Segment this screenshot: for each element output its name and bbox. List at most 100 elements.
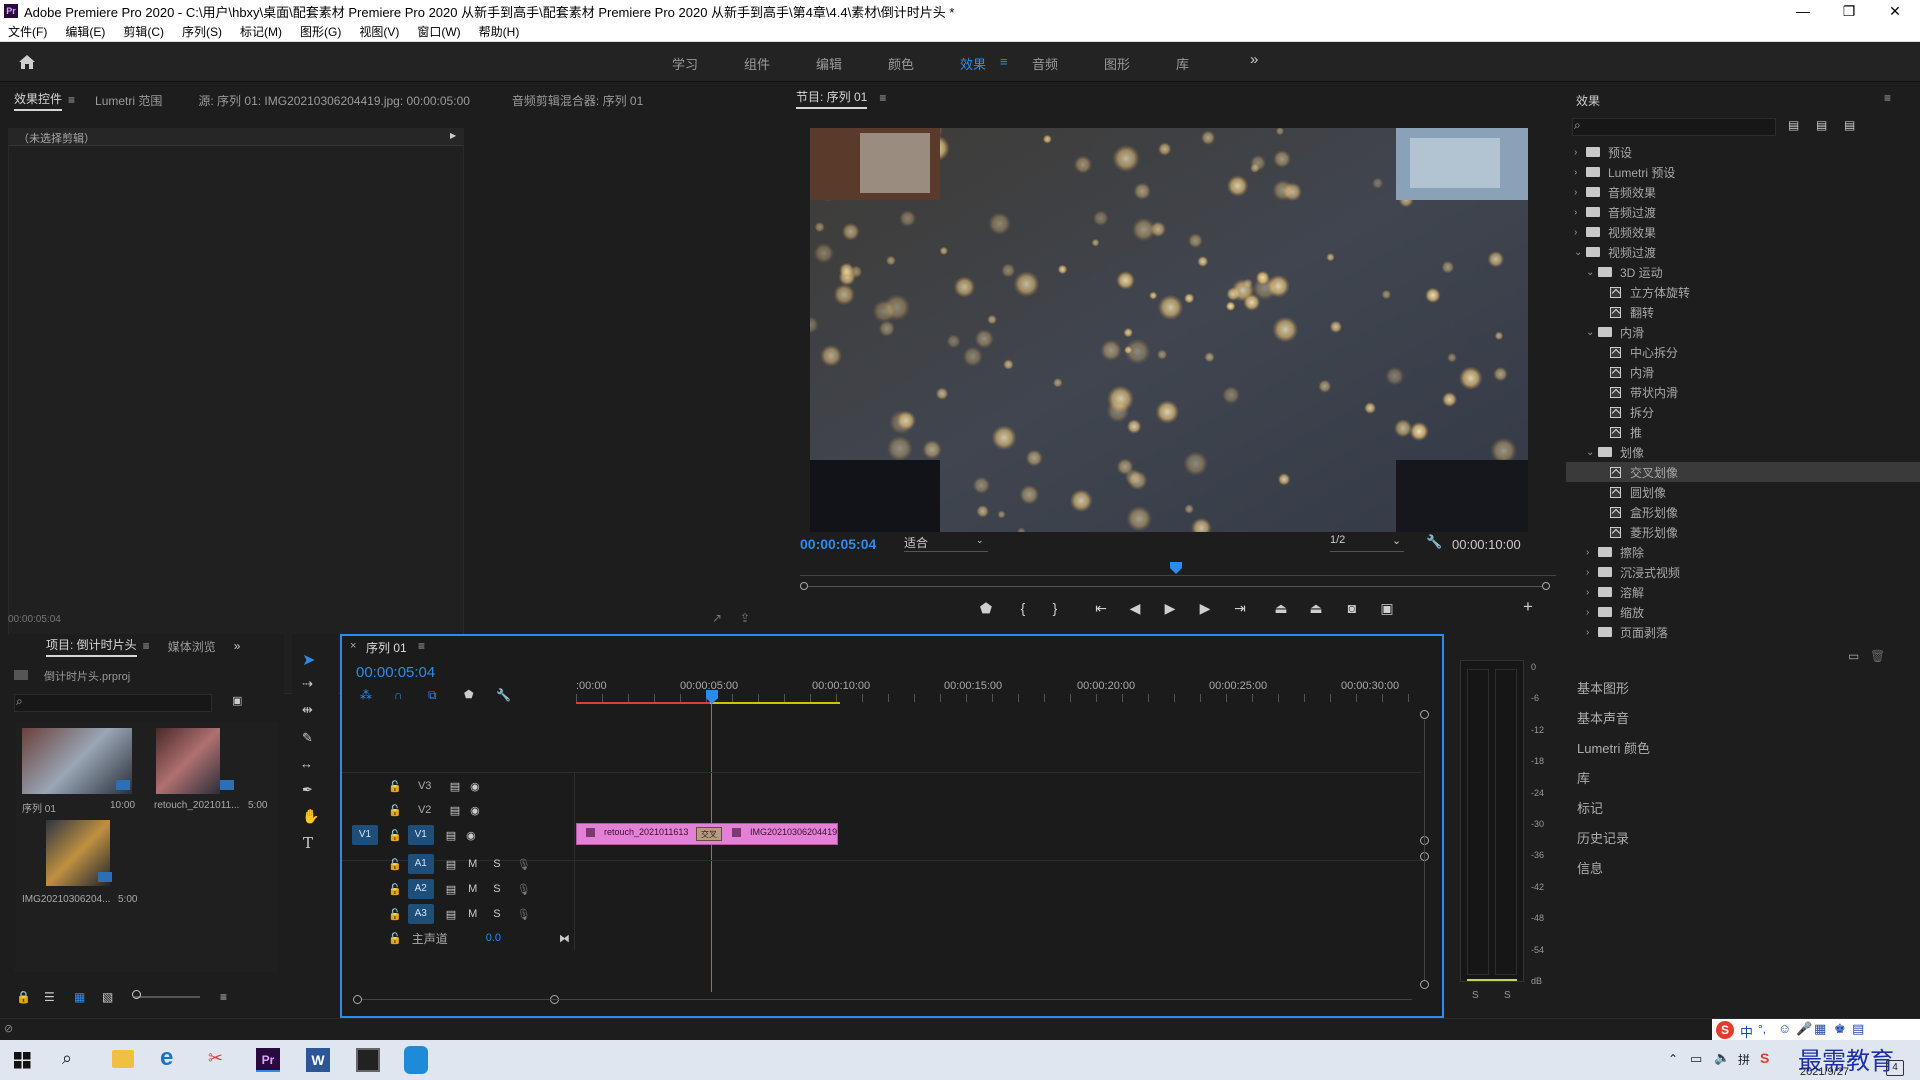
track-label-v3[interactable]: V3 xyxy=(412,780,438,792)
chevron-down-icon[interactable]: ⌄ xyxy=(1586,447,1598,458)
vscroll-handle[interactable] xyxy=(1420,980,1429,989)
clip-img[interactable]: IMG20210306204419 xyxy=(726,825,838,843)
effects-tree-item[interactable]: ⌄ 3D 运动 xyxy=(1566,262,1920,282)
track-label-a3[interactable]: A3 xyxy=(407,904,434,924)
go-to-in-icon[interactable]: ⇤ xyxy=(1091,600,1111,617)
add-marker-icon[interactable]: ⬟ xyxy=(464,688,474,701)
wrench-icon[interactable]: 🔧 xyxy=(1426,534,1442,550)
zoom-scrollbar[interactable] xyxy=(808,586,1542,587)
panel-history[interactable]: 历史记录 xyxy=(1577,828,1629,847)
ime-tools-icon[interactable]: ▤ xyxy=(1852,1021,1864,1037)
resolution-dropdown[interactable]: 1/2 ⌄ xyxy=(1330,534,1404,552)
chevron-right-icon[interactable]: › xyxy=(1586,547,1598,558)
type-tool-icon[interactable]: T xyxy=(303,834,313,852)
mute-button[interactable]: M xyxy=(468,908,477,920)
chevron-right-icon[interactable]: › xyxy=(1574,227,1586,238)
effects-tree-item[interactable]: 推 xyxy=(1566,422,1920,442)
sogou-tray-icon[interactable]: S xyxy=(1760,1050,1769,1066)
chevron-right-icon[interactable]: › xyxy=(1586,587,1598,598)
notification-icon[interactable]: 4 xyxy=(1886,1060,1904,1076)
effects-search-input[interactable] xyxy=(1572,118,1776,136)
ime-keyboard-icon[interactable]: ▦ xyxy=(1814,1021,1826,1037)
step-forward-icon[interactable]: ▶ xyxy=(1195,600,1215,617)
compare-view-icon[interactable]: ▣ xyxy=(1377,600,1397,617)
tab-lumetri-scopes[interactable]: Lumetri 范围 xyxy=(95,92,162,109)
effects-tree-item[interactable]: 盒形划像 xyxy=(1566,502,1920,522)
hand-tool-icon[interactable]: ✋ xyxy=(302,808,319,825)
workspace-editing[interactable]: 编辑 xyxy=(816,54,842,73)
menu-view[interactable]: 视图(V) xyxy=(359,23,399,40)
expand-arrow-icon[interactable]: ▶ xyxy=(450,131,456,140)
workspace-graphics[interactable]: 图形 xyxy=(1104,54,1130,73)
effects-tree-item[interactable]: ⌄ 视频过渡 xyxy=(1566,242,1920,262)
timeline-timecode[interactable]: 00:00:05:04 xyxy=(356,664,435,681)
track-lock-icon[interactable]: 🔓 xyxy=(388,932,402,945)
meter-solo-right[interactable]: S xyxy=(1504,990,1511,1001)
track-label-a1[interactable]: A1 xyxy=(407,854,434,874)
program-menu-icon[interactable]: ≡ xyxy=(879,91,886,105)
track-lock-icon[interactable]: 🔓 xyxy=(388,883,402,896)
icon-view-icon[interactable]: ▦ xyxy=(74,990,85,1004)
ime-tray-icon[interactable]: 拼 xyxy=(1738,1051,1750,1068)
panel-info[interactable]: 信息 xyxy=(1577,858,1603,877)
sync-lock-icon[interactable]: ▤ xyxy=(446,829,456,842)
panel-essential-graphics[interactable]: 基本图形 xyxy=(1577,678,1629,697)
fit-dropdown[interactable]: 适合 ⌄ xyxy=(904,534,988,552)
track-lock-icon[interactable]: 🔓 xyxy=(388,780,402,793)
hscroll-handle-left[interactable] xyxy=(353,995,362,1004)
export-frame-icon[interactable]: ↗ xyxy=(712,611,722,625)
menu-file[interactable]: 文件(F) xyxy=(8,23,47,40)
eye-icon[interactable]: ◉ xyxy=(470,780,480,793)
workspace-effects[interactable]: 效果 xyxy=(960,54,986,73)
razor-tool-icon[interactable]: ✎ xyxy=(302,730,313,746)
program-playhead-icon[interactable] xyxy=(1170,562,1182,574)
chevron-down-icon[interactable]: ⌄ xyxy=(1586,267,1598,278)
chevron-right-icon[interactable]: › xyxy=(1574,167,1586,178)
zoom-handle-right[interactable] xyxy=(1542,582,1550,590)
chevron-down-icon[interactable]: ⌄ xyxy=(1574,247,1586,258)
go-to-end-icon[interactable]: ⧓ xyxy=(559,932,570,945)
track-label-v1[interactable]: V1 xyxy=(407,825,434,845)
snap-magnet-icon[interactable]: ∩ xyxy=(394,688,403,702)
effects-tree-item[interactable]: 立方体旋转 xyxy=(1566,282,1920,302)
ime-punctuation[interactable]: °, xyxy=(1758,1022,1766,1036)
vscroll-track[interactable] xyxy=(1424,720,1425,980)
minimize-button[interactable]: — xyxy=(1780,0,1826,22)
effects-tree-item[interactable]: › 溶解 xyxy=(1566,582,1920,602)
chevron-right-icon[interactable]: › xyxy=(1574,207,1586,218)
add-button-icon[interactable]: + xyxy=(1518,597,1538,617)
slider-handle[interactable] xyxy=(132,990,141,999)
edge-browser-icon[interactable]: e xyxy=(160,1044,173,1072)
project-menu-icon[interactable]: ≡ xyxy=(143,639,150,653)
panel-markers[interactable]: 标记 xyxy=(1577,798,1603,817)
share-icon[interactable]: ⇪ xyxy=(740,611,750,625)
effects-tree-item[interactable]: 中心拆分 xyxy=(1566,342,1920,362)
effects-tree-item[interactable]: › 沉浸式视频 xyxy=(1566,562,1920,582)
tab-source-monitor[interactable]: 源: 序列 01: IMG20210306204419.jpg: 00:00:0… xyxy=(198,92,470,109)
mute-button[interactable]: M xyxy=(468,883,477,895)
panel-libraries[interactable]: 库 xyxy=(1577,768,1590,787)
freeform-view-icon[interactable]: ▧ xyxy=(102,990,113,1004)
maximize-button[interactable]: ❐ xyxy=(1826,0,1872,22)
word-taskbar-icon[interactable]: W xyxy=(306,1048,330,1072)
track-lock-icon[interactable]: 🔓 xyxy=(388,908,402,921)
ime-skin-icon[interactable]: ♚ xyxy=(1834,1021,1846,1037)
track-label-v2[interactable]: V2 xyxy=(412,804,438,816)
panel-menu-icon[interactable]: ≡ xyxy=(68,93,75,107)
chevron-right-icon[interactable]: › xyxy=(1574,187,1586,198)
effects-tree-item[interactable]: › 预设 xyxy=(1566,142,1920,162)
pen-tool-icon[interactable]: ✒ xyxy=(302,782,313,798)
add-marker-icon[interactable]: ⬟ xyxy=(976,600,996,617)
volume-icon[interactable]: 🔈 xyxy=(1714,1050,1730,1066)
ime-voice-icon[interactable]: 🎤 xyxy=(1796,1021,1812,1037)
home-icon[interactable] xyxy=(18,54,36,70)
track-lock-icon[interactable]: 🔓 xyxy=(388,804,402,817)
clip-retouch[interactable]: retouch_2021011613 xyxy=(578,825,698,843)
transition-cross-iris[interactable]: 交叉 xyxy=(696,827,722,841)
effects-tree-item[interactable]: › 缩放 xyxy=(1566,602,1920,622)
tab-project[interactable]: 项目: 倒计时片头 xyxy=(46,636,137,657)
app-taskbar-icon[interactable] xyxy=(404,1046,428,1074)
search-icon[interactable]: ⌕ xyxy=(62,1048,72,1069)
accelerated-effects-icon[interactable]: ▤ xyxy=(1788,118,1799,132)
workspace-audio[interactable]: 音频 xyxy=(1032,54,1058,73)
